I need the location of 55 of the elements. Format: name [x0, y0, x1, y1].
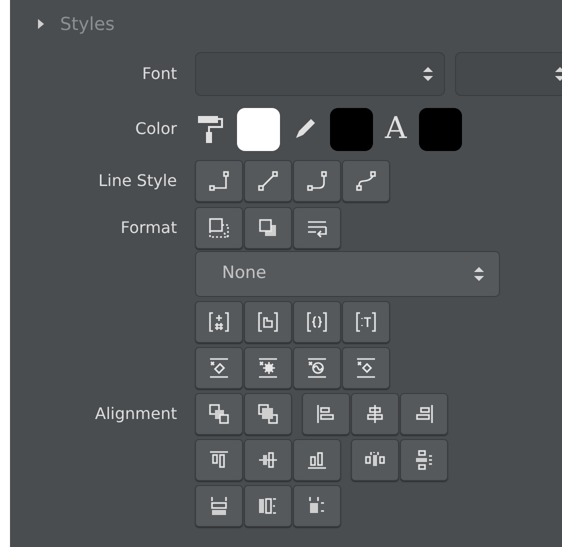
tool-button[interactable]	[342, 301, 390, 343]
tool-button[interactable]	[244, 301, 292, 343]
tool-button[interactable]	[293, 301, 341, 343]
field-label: Line Style	[98, 171, 177, 190]
field-label: Format	[120, 218, 177, 237]
gear-icon	[256, 356, 280, 380]
diamond-icon	[354, 356, 378, 380]
rounded-icon	[305, 169, 329, 193]
tool-button[interactable]	[244, 347, 292, 389]
format-dropdown[interactable]: None	[195, 251, 500, 297]
tool-button[interactable]	[244, 207, 292, 249]
tool-button[interactable]	[293, 485, 341, 527]
paint-roller-icon	[197, 114, 225, 144]
field-label: Color	[135, 119, 177, 138]
spinner-icon	[422, 65, 434, 83]
wave-icon	[305, 356, 329, 380]
field-label: Font	[142, 64, 177, 83]
tool-button[interactable]	[400, 393, 448, 435]
tool-button[interactable]	[244, 393, 292, 435]
tool-button[interactable]	[195, 207, 243, 249]
tool-button[interactable]	[293, 207, 341, 249]
tool-button[interactable]	[195, 160, 243, 202]
tool-button[interactable]	[195, 393, 243, 435]
number-icon	[207, 310, 231, 334]
text-icon	[354, 310, 378, 334]
tool-button[interactable]	[293, 439, 341, 481]
color-swatch[interactable]	[330, 108, 373, 150]
tool-button[interactable]	[195, 439, 243, 481]
tool-button[interactable]	[342, 347, 390, 389]
tool-button[interactable]	[293, 160, 341, 202]
tool-button[interactable]	[244, 160, 292, 202]
section-title: Styles	[60, 12, 115, 36]
tool-button[interactable]	[244, 439, 292, 481]
spinner-icon	[473, 265, 485, 283]
tool-button[interactable]	[195, 347, 243, 389]
expand-arrow-icon[interactable]	[36, 18, 46, 30]
tool-button[interactable]	[195, 301, 243, 343]
resize-icon	[207, 216, 231, 240]
color-swatch[interactable]	[418, 108, 462, 150]
tool-button[interactable]	[195, 485, 243, 527]
braces-icon	[305, 310, 329, 334]
field-label: Alignment	[95, 404, 177, 423]
tool-button[interactable]	[351, 439, 399, 481]
folder-icon	[256, 310, 280, 334]
color-swatch[interactable]	[237, 108, 280, 150]
tool-button[interactable]	[244, 485, 292, 527]
letter-icon: A	[385, 114, 407, 144]
tool-button[interactable]	[293, 347, 341, 389]
tool-button[interactable]	[302, 393, 350, 435]
orthogonal-icon	[207, 169, 231, 193]
tool-button[interactable]	[400, 439, 448, 481]
straight-icon	[256, 169, 280, 193]
curved-icon	[354, 169, 378, 193]
tool-button[interactable]	[351, 393, 399, 435]
tool-button[interactable]	[342, 160, 390, 202]
